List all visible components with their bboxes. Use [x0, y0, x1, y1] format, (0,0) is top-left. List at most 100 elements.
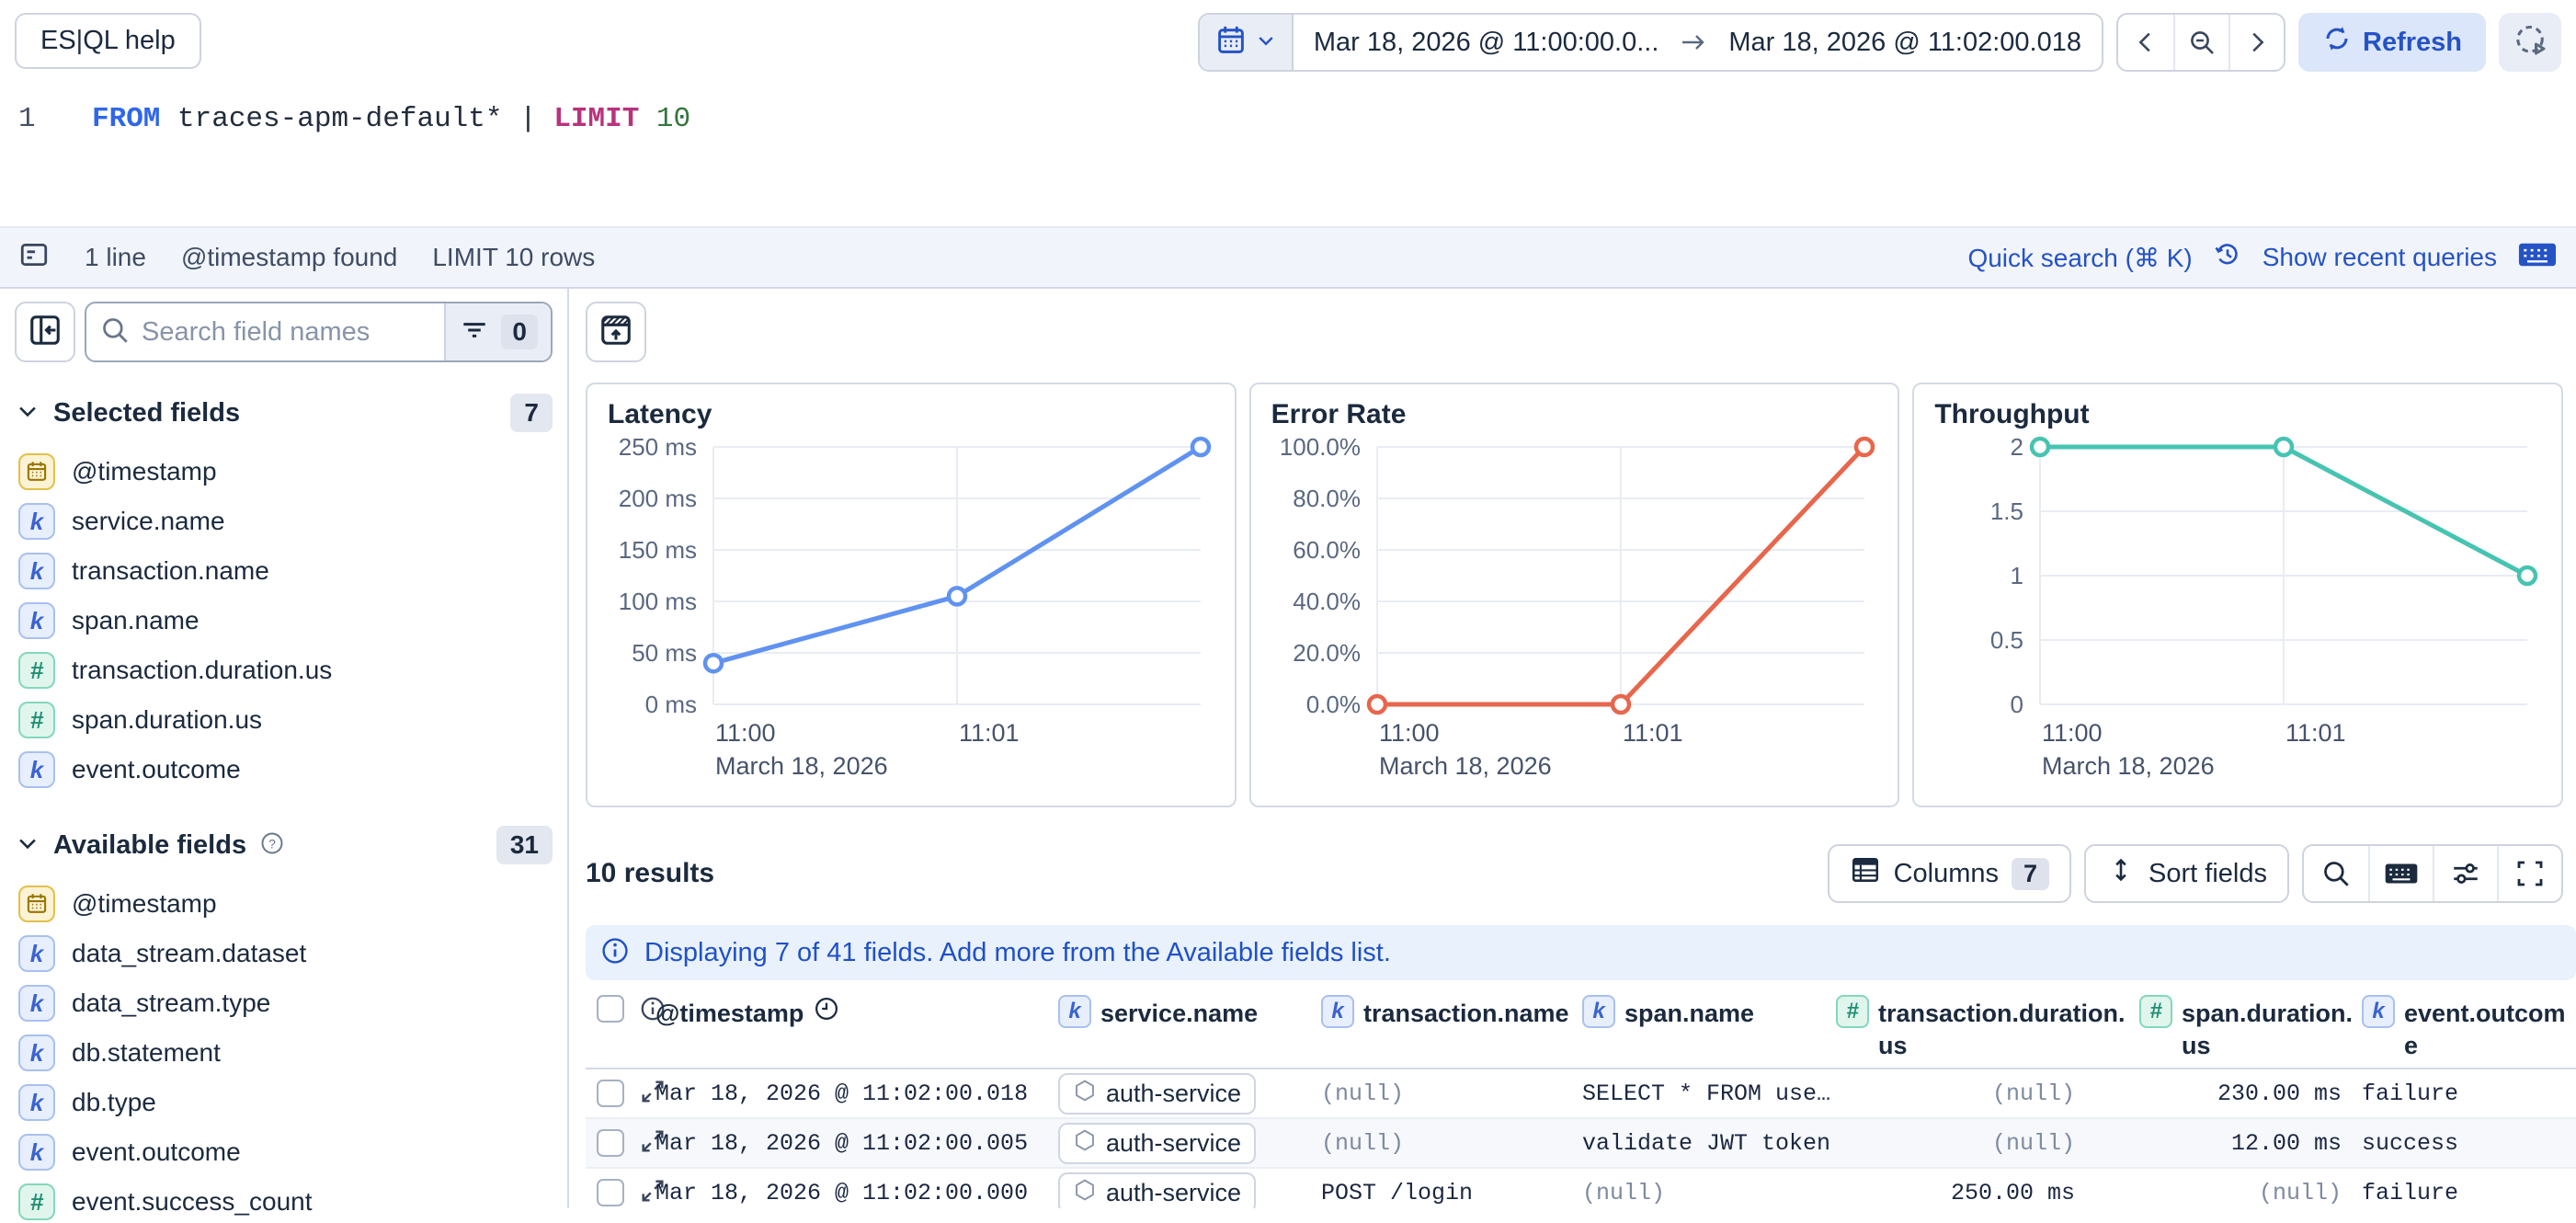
- esql-query-editor[interactable]: 1 FROM traces-apm-default* | LIMIT 10: [0, 72, 2576, 226]
- editor-feedback-icon[interactable]: [18, 239, 50, 277]
- field-name: event.outcome: [72, 755, 241, 784]
- row-controls: [586, 1127, 655, 1160]
- svg-text:March 18, 2026: March 18, 2026: [2042, 752, 2215, 780]
- date-picker-menu-button[interactable]: [1200, 15, 1294, 70]
- row-checkbox[interactable]: [597, 1080, 624, 1107]
- field-item-event.outcome[interactable]: kevent.outcome: [15, 1127, 553, 1177]
- columns-button[interactable]: Columns 7: [1828, 844, 2071, 903]
- fullscreen-button[interactable]: [2497, 846, 2561, 901]
- show-recent-queries-link[interactable]: Show recent queries: [2263, 243, 2497, 272]
- time-controls: Mar 18, 2026 @ 11:00:00.0... Mar 18, 202…: [1198, 13, 2561, 72]
- header-label: span.duration.us: [2182, 995, 2362, 1062]
- field-item-data_stream.type[interactable]: kdata_stream.type: [15, 978, 553, 1028]
- esql-help-button[interactable]: ES|QL help: [15, 13, 201, 69]
- header-service.name[interactable]: kservice.name: [1058, 995, 1321, 1030]
- service-name-value: auth-service: [1106, 1129, 1241, 1158]
- results-table: @timestampkservice.namektransaction.name…: [586, 986, 2576, 1208]
- field-item-span.duration.us[interactable]: #span.duration.us: [15, 695, 553, 745]
- clock-icon: [813, 995, 840, 1029]
- zoom-out-time-button[interactable]: [2173, 15, 2228, 70]
- row-checkbox[interactable]: [597, 1129, 624, 1157]
- svg-text:100 ms: 100 ms: [619, 588, 697, 615]
- cell-value: (null): [2259, 1180, 2342, 1206]
- start-date[interactable]: Mar 18, 2026 @ 11:00:00.0...: [1294, 15, 1680, 70]
- keyboard-shortcuts-button[interactable]: [2368, 846, 2433, 901]
- svg-text:250 ms: 250 ms: [619, 436, 697, 461]
- refresh-button[interactable]: Refresh: [2298, 13, 2486, 72]
- help-circle-icon[interactable]: ?: [259, 830, 285, 861]
- field-item-transaction.duration.us[interactable]: #transaction.duration.us: [15, 646, 553, 695]
- field-item-@timestamp[interactable]: @timestamp: [15, 879, 553, 929]
- top-bar: ES|QL help Mar 18, 2026 @ 11:00:00.0... …: [0, 0, 2576, 72]
- hide-charts-button[interactable]: [586, 302, 646, 362]
- svg-text:80.0%: 80.0%: [1293, 485, 1361, 512]
- service-badge: auth-service: [1058, 1073, 1256, 1114]
- fields-info-banner: Displaying 7 of 41 fields. Add more from…: [586, 925, 2576, 980]
- header-span.name[interactable]: kspan.name: [1582, 995, 1836, 1030]
- field-item-transaction.name[interactable]: ktransaction.name: [15, 546, 553, 596]
- line-count-status: 1 line: [85, 243, 146, 272]
- select-all-checkbox[interactable]: [597, 995, 624, 1023]
- row-checkbox[interactable]: [597, 1179, 624, 1206]
- timestamp-value: Mar 18, 2026 @ 11:02:00.000: [655, 1180, 1028, 1206]
- throughput-chart-card: Throughput 00.511.5211:0011:01March 18, 2…: [1912, 383, 2563, 807]
- end-date[interactable]: Mar 18, 2026 @ 11:02:00.018: [1708, 15, 2102, 70]
- query-from-keyword: FROM: [92, 103, 160, 135]
- header-timestamp[interactable]: @timestamp: [655, 995, 1058, 1030]
- date-range-picker[interactable]: Mar 18, 2026 @ 11:00:00.0... Mar 18, 202…: [1198, 13, 2103, 72]
- field-item-@timestamp[interactable]: @timestamp: [15, 447, 553, 497]
- available-fields-header[interactable]: Available fields ? 31: [15, 826, 553, 864]
- field-item-db.statement[interactable]: kdb.statement: [15, 1028, 553, 1078]
- header-transaction.name[interactable]: ktransaction.name: [1321, 995, 1582, 1030]
- header-label: transaction.name: [1363, 995, 1569, 1030]
- field-name: data_stream.type: [72, 989, 270, 1018]
- svg-text:11:01: 11:01: [959, 719, 1020, 747]
- sort-fields-button[interactable]: Sort fields: [2084, 844, 2289, 903]
- keyboard-icon[interactable]: [2517, 238, 2558, 278]
- svg-text:100.0%: 100.0%: [1279, 436, 1360, 461]
- chart-title: Throughput: [1934, 399, 2541, 430]
- field-item-event.success_count[interactable]: #event.success_count: [15, 1177, 553, 1223]
- main-content: Latency0 ms50 ms100 ms150 ms200 ms250 ms…: [569, 289, 2576, 1208]
- time-prev-button[interactable]: [2118, 15, 2173, 70]
- cell-transaction-name: (null): [1321, 1080, 1582, 1107]
- field-filter-button[interactable]: 0: [444, 303, 551, 360]
- filter-icon: [459, 314, 490, 350]
- svg-text:11:01: 11:01: [1623, 719, 1683, 747]
- cell-value: SELECT * FROM use…: [1582, 1080, 1830, 1107]
- cell-service-name: auth-service: [1058, 1123, 1321, 1164]
- run-query-button[interactable]: [2499, 13, 2561, 72]
- header-transaction.duration.us[interactable]: #transaction.duration.us: [1836, 995, 2139, 1062]
- field-item-db.type[interactable]: kdb.type: [15, 1078, 553, 1127]
- cell-transaction-name: POST /login: [1321, 1180, 1582, 1206]
- cell-timestamp: Mar 18, 2026 @ 11:02:00.000: [655, 1180, 1058, 1206]
- throughput-chart: 00.511.5211:0011:01March 18, 2026: [1934, 436, 2540, 785]
- latency-chart: 0 ms50 ms100 ms150 ms200 ms250 ms11:0011…: [608, 436, 1214, 785]
- search-in-table-button[interactable]: [2304, 846, 2368, 901]
- quick-search-link[interactable]: Quick search (⌘ K): [1967, 243, 2192, 273]
- field-item-span.name[interactable]: kspan.name: [15, 596, 553, 646]
- header-event.outcome[interactable]: kevent.outcome: [2362, 995, 2576, 1062]
- field-item-data_stream.dataset[interactable]: kdata_stream.dataset: [15, 929, 553, 978]
- cell-span-name: SELECT * FROM use…: [1582, 1080, 1836, 1107]
- metric-charts-row: Latency0 ms50 ms100 ms150 ms200 ms250 ms…: [569, 383, 2576, 807]
- time-next-button[interactable]: [2228, 15, 2284, 70]
- header-label: transaction.duration.us: [1878, 995, 2139, 1062]
- query-text[interactable]: FROM traces-apm-default* | LIMIT 10: [92, 103, 690, 135]
- calendar-icon: [1214, 24, 1248, 62]
- display-options-button[interactable]: [2433, 846, 2497, 901]
- keyword-field-icon: k: [18, 602, 55, 639]
- field-item-event.outcome[interactable]: kevent.outcome: [15, 745, 553, 794]
- header-span.duration.us[interactable]: #span.duration.us: [2139, 995, 2362, 1062]
- keyword-field-icon: k: [2362, 995, 2395, 1028]
- selected-fields-header[interactable]: Selected fields 7: [15, 394, 553, 432]
- chevron-down-icon: [1255, 29, 1277, 56]
- fields-sidebar: 0 Selected fields 7 @timestampkservice.n…: [0, 289, 569, 1208]
- collapse-sidebar-button[interactable]: [15, 302, 75, 362]
- field-item-service.name[interactable]: kservice.name: [15, 497, 553, 546]
- search-field-names-input[interactable]: [142, 317, 431, 348]
- timestamp-value: Mar 18, 2026 @ 11:02:00.005: [655, 1130, 1028, 1157]
- refresh-icon: [2322, 24, 2352, 61]
- error-rate-chart: 0.0%20.0%40.0%60.0%80.0%100.0%11:0011:01…: [1271, 436, 1877, 785]
- cell-transaction-duration: 250.00 ms: [1836, 1180, 2139, 1206]
